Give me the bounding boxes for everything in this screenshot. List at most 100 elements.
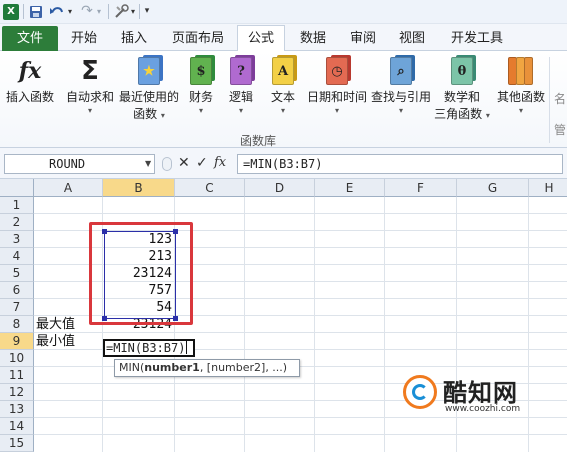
function-tooltip[interactable]: MIN(number1, [number2], ...) (114, 359, 300, 377)
financial-button[interactable]: $ 财务 ▾ (184, 55, 218, 116)
qat-separator (23, 4, 24, 19)
fx-icon: fx (18, 58, 42, 84)
column-header-d[interactable]: D (245, 179, 315, 197)
date-time-button[interactable]: ◷ 日期和时间 ▾ (305, 55, 369, 116)
insert-function-button[interactable]: fx 插入函数 (2, 55, 58, 106)
name-box-dropdown-icon[interactable]: ▼ (145, 159, 151, 168)
undo-icon[interactable] (48, 3, 66, 20)
qat-separator (139, 4, 140, 19)
column-header-e[interactable]: E (315, 179, 385, 197)
grid-line (34, 434, 567, 435)
select-all-corner[interactable] (0, 179, 34, 197)
column-header-f[interactable]: F (385, 179, 457, 197)
logical-book-icon: ? (226, 55, 256, 87)
math-book-icon: θ (447, 55, 477, 87)
date-time-label: 日期和时间 (306, 90, 367, 104)
text-label: 文本 (270, 90, 295, 104)
active-cell-formula: =MIN(B3:B7) (106, 341, 186, 355)
insert-function-icon[interactable]: fx (214, 156, 226, 170)
column-header-g[interactable]: G (457, 179, 529, 197)
logical-button[interactable]: ? 逻辑 ▾ (224, 55, 258, 116)
name-box[interactable]: ROUND (4, 154, 155, 174)
row-header-7[interactable]: 7 (0, 299, 34, 316)
text-cursor (186, 341, 188, 354)
watermark-logo-icon (403, 375, 437, 409)
tooltip-other-arguments[interactable]: , [number2], ...) (200, 361, 287, 374)
grid-line (384, 197, 385, 452)
tab-data[interactable]: 数据 (292, 28, 334, 50)
row-header-9[interactable]: 9 (0, 333, 34, 350)
autosum-button[interactable]: Σ 自动求和 ▾ (64, 55, 116, 116)
customize-qat-icon[interactable]: ▾ (142, 3, 152, 20)
row-header-11[interactable]: 11 (0, 367, 34, 384)
star-book-icon: ★ (134, 55, 164, 87)
tooltip-function-name[interactable]: MIN( (119, 361, 144, 374)
tab-page-layout[interactable]: 页面布局 (166, 28, 230, 50)
lookup-book-icon: ⌕ (386, 55, 416, 87)
active-cell-editor[interactable]: =MIN(B3:B7) (103, 339, 195, 357)
tab-insert[interactable]: 插入 (112, 28, 156, 50)
grid-line (314, 197, 315, 452)
logical-dropdown-icon: ▾ (238, 106, 243, 115)
name-manager-button[interactable]: 名 管 (553, 91, 567, 139)
tab-developer[interactable]: 开发工具 (444, 28, 510, 50)
row-header-10[interactable]: 10 (0, 350, 34, 367)
enter-icon[interactable]: ✓ (196, 156, 208, 170)
row-header-4[interactable]: 4 (0, 248, 34, 265)
row-header-2[interactable]: 2 (0, 214, 34, 231)
tab-view[interactable]: 视图 (391, 28, 433, 50)
more-books-icon (506, 55, 536, 87)
tab-home[interactable]: 开始 (62, 28, 106, 50)
save-icon[interactable] (28, 3, 44, 20)
tab-review[interactable]: 审阅 (342, 28, 384, 50)
text-button[interactable]: A 文本 ▾ (266, 55, 300, 116)
column-header-c[interactable]: C (175, 179, 245, 197)
row-header-13[interactable]: 13 (0, 401, 34, 418)
column-header-h[interactable]: H (529, 179, 567, 197)
ribbon-tabs: 文件 开始 插入 页面布局 公式 数据 审阅 视图 开发工具 (0, 24, 567, 52)
tab-file[interactable]: 文件 (2, 26, 58, 51)
lookup-reference-label: 查找与引用 (370, 90, 431, 104)
watermark-url: www.coozhi.com (445, 404, 521, 414)
recently-used-label-2: 函数 ▾ (133, 107, 165, 121)
row-header-8[interactable]: 8 (0, 316, 34, 333)
redo-dropdown-icon[interactable]: ▾ (95, 3, 103, 20)
row-header-1[interactable]: 1 (0, 197, 34, 214)
tab-formulas[interactable]: 公式 (237, 25, 285, 52)
row-header-15[interactable]: 15 (0, 435, 34, 452)
ribbon-formulas: fx 插入函数 Σ 自动求和 ▾ ★ 最近使用的 函数 ▾ $ 财务 ▾ ? 逻… (0, 51, 567, 148)
logical-label: 逻辑 (228, 90, 253, 104)
row-header-5[interactable]: 5 (0, 265, 34, 282)
cancel-icon[interactable]: ✕ (178, 156, 190, 170)
financial-label: 财务 (188, 90, 213, 104)
grid-line (244, 197, 245, 452)
row-header-6[interactable]: 6 (0, 282, 34, 299)
watermark-title: 酷知网 (443, 379, 518, 407)
more-functions-button[interactable]: 其他函数 ▾ (494, 55, 548, 116)
math-trig-button[interactable]: θ 数学和 三角函数 ▾ (434, 55, 490, 123)
row-header-14[interactable]: 14 (0, 418, 34, 435)
financial-dropdown-icon: ▾ (198, 106, 203, 115)
formula-input[interactable]: =MIN(B3:B7) (237, 154, 563, 174)
recently-used-button[interactable]: ★ 最近使用的 函数 ▾ (118, 55, 180, 123)
ribbon-group-label: 函数库 (240, 134, 277, 148)
tooltip-current-argument[interactable]: number1 (144, 361, 200, 374)
recently-used-label: 最近使用的 (118, 90, 179, 104)
lookup-reference-button[interactable]: ⌕ 查找与引用 ▾ (370, 55, 432, 116)
drag-handle-icon[interactable] (162, 157, 172, 171)
autosum-dropdown-icon: ▾ (87, 106, 92, 115)
column-header-a[interactable]: A (34, 179, 103, 197)
redo-icon[interactable]: ↷ (80, 3, 94, 20)
row-header-12[interactable]: 12 (0, 384, 34, 401)
math-trig-label-2: 三角函数 ▾ (434, 107, 490, 121)
undo-dropdown-icon[interactable]: ▾ (66, 3, 74, 20)
clock-book-icon: ◷ (322, 55, 352, 87)
formula-bar: ROUND ▼ ✕ ✓ fx =MIN(B3:B7) (0, 148, 567, 179)
tools-dropdown-icon[interactable]: ▾ (129, 3, 137, 20)
cell-a9[interactable]: 最小值 (36, 333, 102, 350)
watermark: 酷知网 www.coozhi.com (403, 371, 533, 419)
row-header-3[interactable]: 3 (0, 231, 34, 248)
column-header-b[interactable]: B (103, 179, 175, 197)
quick-access-toolbar: X ▾ ↷ ▾ ▾ ▾ (0, 0, 567, 24)
tools-icon[interactable] (112, 3, 130, 20)
